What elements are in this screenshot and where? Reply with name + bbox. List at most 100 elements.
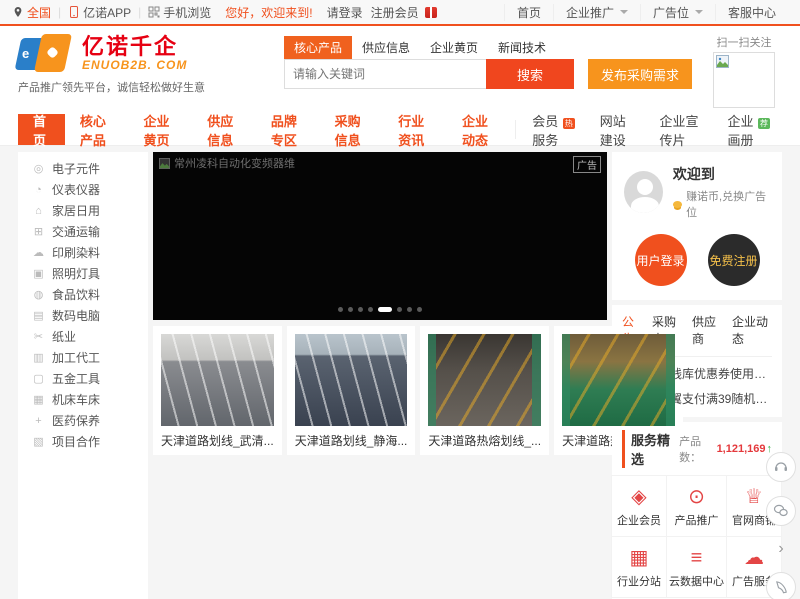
qr-label: 扫一扫关注 [716, 37, 772, 49]
broken-image-icon [716, 55, 729, 68]
service-product-promotion[interactable]: ⊙ 产品推广 [666, 475, 727, 537]
sidebar-item-hardware-tools[interactable]: ▢ 五金工具 [18, 368, 148, 389]
register-link[interactable]: 注册会员 [371, 4, 419, 21]
logo[interactable]: e 亿诺千企 ENUOB2B. COM 产品推广领先平台，诚信轻松做好生意 [14, 34, 270, 108]
main-nav: 首页 核心产品 企业黄页 供应信息 品牌专区 采购信息 行业资讯 企业动态 会员… [0, 114, 800, 148]
search-tab-core-products[interactable]: 核心产品 [284, 36, 353, 59]
carousel-dot[interactable] [397, 307, 402, 312]
category-icon: ▥ [33, 352, 44, 364]
product-title[interactable]: 天津道路热熔划线_... [428, 432, 541, 449]
video-banner[interactable]: 常州凌科自动化变频器维 广告 [153, 152, 607, 320]
carousel-dot[interactable] [407, 307, 412, 312]
search-tab-news[interactable]: 新闻技术 [488, 36, 556, 59]
nav-promo-video[interactable]: 企业宣传片 [646, 114, 714, 148]
service-cloud-data-center[interactable]: ≡ 云数据中心 [666, 536, 727, 598]
topbar-home-link[interactable]: 首页 [503, 3, 553, 21]
sidebar-item-processing[interactable]: ▥ 加工代工 [18, 347, 148, 368]
nav-supply-info[interactable]: 供应信息 [192, 114, 256, 148]
user-login-button[interactable]: 用户登录 [634, 234, 687, 286]
nav-company-album[interactable]: 企业画册 荐 [715, 114, 782, 148]
category-icon: + [35, 414, 42, 427]
sidebar-item-printing-dyes[interactable]: ☁ 印刷染料 [18, 242, 148, 263]
service-industry-substation[interactable]: ▦ 行业分站 [611, 536, 667, 598]
category-icon: ◎ [33, 163, 44, 175]
carousel-dot[interactable] [417, 307, 422, 312]
collapse-arrow-icon[interactable]: › [778, 540, 783, 558]
region-selector[interactable]: 全国 [12, 4, 51, 21]
nav-yellow-pages[interactable]: 企业黄页 [129, 114, 193, 148]
user-panel: 欢迎到 赚诺币,兑换广告位 用户登录 免费注册 [612, 152, 782, 300]
sidebar-item-transport[interactable]: ⊞ 交通运输 [18, 221, 148, 242]
product-image [562, 334, 675, 426]
product-title[interactable]: 天津道路划线_静海... [295, 432, 408, 449]
qr-code-icon [148, 6, 160, 18]
gift-icon[interactable] [424, 6, 437, 18]
topbar-promotion-link[interactable]: 企业推广 [552, 3, 640, 21]
slogan: 产品推广领先平台，诚信轻松做好生意 [18, 82, 205, 94]
topbar-service-link[interactable]: 客服中心 [714, 3, 788, 21]
sidebar-item-medicine-care[interactable]: + 医药保养 [18, 410, 148, 431]
phone-icon[interactable] [766, 572, 796, 599]
sidebar-item-electronics[interactable]: ◎ 电子元件 [18, 158, 148, 179]
service-enterprise-member[interactable]: ◈ 企业会员 [611, 475, 667, 537]
search-area: 核心产品 供应信息 企业黄页 新闻技术 搜索 发布采购需求 [284, 34, 692, 108]
main-content: ◎ 电子元件 ◔ 仪表仪器 ⌂ 家居日用 ⊞ 交通运输 ☁ 印刷染料 ▣ 照明灯具 ◍ 食品饮… [0, 146, 800, 599]
product-title[interactable]: 天津道路划线_武清... [161, 432, 274, 449]
category-icon: ◍ [33, 289, 44, 301]
nav-purchase-info[interactable]: 采购信息 [320, 114, 384, 148]
carousel-dot[interactable] [338, 307, 343, 312]
divider: | [58, 5, 62, 19]
carousel-dot-active[interactable] [378, 307, 392, 312]
nav-core-products[interactable]: 核心产品 [65, 114, 129, 148]
product-image [294, 334, 408, 426]
nav-brand-zone[interactable]: 品牌专区 [256, 114, 320, 148]
nav-member-service[interactable]: 会员服务 热 [519, 114, 586, 148]
nav-company-news[interactable]: 企业动态 [447, 114, 511, 148]
category-icon: ⌂ [35, 204, 42, 217]
logo-title: 亿诺千企 [82, 34, 179, 59]
search-input[interactable] [284, 59, 486, 89]
coin-text[interactable]: 赚诺币,兑换广告位 [686, 188, 770, 220]
avatar [624, 171, 663, 213]
search-tab-supply[interactable]: 供应信息 [352, 36, 420, 59]
nav-industry-news[interactable]: 行业资讯 [383, 114, 447, 148]
database-icon: ≡ [690, 547, 703, 569]
sidebar-item-project-coop[interactable]: ▧ 项目合作 [18, 431, 148, 452]
carousel-dot[interactable] [368, 307, 373, 312]
carousel-dot[interactable] [358, 307, 363, 312]
login-link[interactable]: 请登录 [327, 4, 363, 21]
app-link[interactable]: 亿诺APP [68, 4, 131, 21]
wechat-icon[interactable] [766, 496, 796, 526]
sidebar-item-paper[interactable]: ✂ 纸业 [18, 326, 148, 347]
sidebar-item-digital-pc[interactable]: ▤ 数码电脑 [18, 305, 148, 326]
ad-label: 广告 [573, 156, 601, 173]
category-icon: ▣ [33, 268, 44, 280]
nav-site-building[interactable]: 网站建设 [587, 114, 647, 148]
customer-service-icon[interactable] [766, 452, 796, 482]
tab-suppliers[interactable]: 供应商 [692, 313, 722, 351]
logo-mark-icon: e [14, 34, 76, 74]
mobile-browse-link[interactable]: 手机浏览 [148, 4, 211, 21]
sidebar-item-instruments[interactable]: ◔ 仪表仪器 [18, 179, 148, 200]
nav-home[interactable]: 首页 [18, 114, 65, 148]
floating-toolbar: › [766, 452, 796, 599]
chevron-down-icon [619, 10, 628, 14]
sidebar-item-lighting[interactable]: ▣ 照明灯具 [18, 263, 148, 284]
sidebar-item-household[interactable]: ⌂ 家居日用 [18, 200, 148, 221]
logo-domain: ENUOB2B. COM [82, 58, 188, 72]
carousel-dot[interactable] [348, 307, 353, 312]
search-button[interactable]: 搜索 [486, 59, 574, 89]
search-tab-yellow-pages[interactable]: 企业黄页 [420, 36, 488, 59]
qr-code-image [713, 52, 775, 108]
publish-demand-button[interactable]: 发布采购需求 [588, 59, 692, 89]
product-card[interactable]: 天津道路划线_武清... [153, 326, 282, 455]
qr-follow: 扫一扫关注 [706, 34, 782, 108]
sidebar-item-machine-tools[interactable]: ▦ 机床车床 [18, 389, 148, 410]
topbar-adspace-link[interactable]: 广告位 [639, 3, 715, 21]
sidebar-item-food-beverage[interactable]: ◍ 食品饮料 [18, 284, 148, 305]
tab-company-news[interactable]: 企业动态 [732, 313, 772, 351]
product-card[interactable]: 天津道路划线_静海... [286, 326, 416, 455]
product-card[interactable]: 天津道路热熔划线_... [420, 326, 550, 455]
category-icon: ▦ [33, 394, 44, 406]
free-register-button[interactable]: 免费注册 [707, 234, 760, 286]
